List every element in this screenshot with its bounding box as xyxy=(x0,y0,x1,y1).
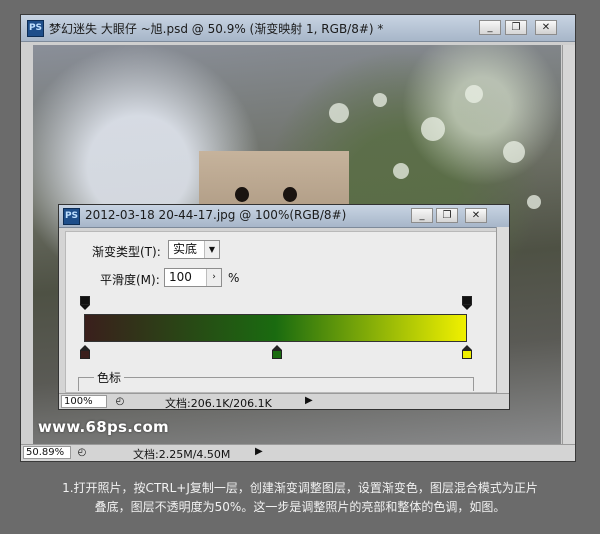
color-stops-label: 色标 xyxy=(94,369,125,386)
triangle-right-icon[interactable]: ▶ xyxy=(255,446,263,457)
zoom-level-field[interactable]: 50.89% xyxy=(23,446,71,459)
bokeh-light xyxy=(329,103,349,123)
document-size-info: 文档:2.25M/4.50M xyxy=(133,448,231,461)
color-stop-middle[interactable] xyxy=(272,345,282,359)
watermark-text: www.68ps.com xyxy=(38,418,169,436)
tutorial-caption: 1.打开照片，按CTRL+J复制一层，创建渐变调整图层，设置渐变色，图层混合模式… xyxy=(12,479,588,517)
color-stop-swatch xyxy=(272,350,282,359)
outer-title-bar[interactable]: PS 梦幻迷失 大眼仔 ~旭.psd @ 50.9% (渐变映射 1, RGB/… xyxy=(21,15,575,42)
outer-vertical-scrollbar[interactable] xyxy=(562,45,575,451)
smoothness-input[interactable]: 100 › xyxy=(164,268,222,287)
triangle-right-icon[interactable]: ▶ xyxy=(305,395,313,406)
inner-status-bar: 100% ◴ 文档:206.1K/206.1K ▶ xyxy=(59,393,509,409)
box-eye-left xyxy=(235,187,249,202)
color-stop-right[interactable] xyxy=(462,345,472,359)
opacity-stop-left[interactable] xyxy=(80,296,90,310)
box-eye-right xyxy=(283,187,297,202)
zoom-level-field[interactable]: 100% xyxy=(61,395,107,408)
inner-window-title: 2012-03-18 20-44-17.jpg @ 100%(RGB/8#) xyxy=(85,208,347,222)
bokeh-light xyxy=(373,93,387,107)
bokeh-light xyxy=(421,117,445,141)
bokeh-light xyxy=(393,163,409,179)
restore-button[interactable]: ❐ xyxy=(505,20,527,35)
gradient-type-value: 实底 xyxy=(173,242,198,256)
color-stop-left[interactable] xyxy=(80,345,90,359)
opacity-stop-swatch xyxy=(80,296,90,305)
bokeh-light xyxy=(465,85,483,103)
document-size-info: 文档:206.1K/206.1K xyxy=(165,397,272,410)
opacity-stop-pointer xyxy=(462,305,472,310)
chevron-right-icon[interactable]: › xyxy=(206,269,221,286)
gradient-preview-bar[interactable] xyxy=(84,314,467,342)
ps-icon: PS xyxy=(63,208,80,225)
caption-line-1: 1.打开照片，按CTRL+J复制一层，创建渐变调整图层，设置渐变色，图层混合模式… xyxy=(62,481,538,495)
close-button[interactable]: ✕ xyxy=(465,208,487,223)
opacity-stop-pointer xyxy=(80,305,90,310)
status-menu-icon[interactable]: ◴ xyxy=(75,446,89,459)
status-menu-icon[interactable]: ◴ xyxy=(113,395,127,408)
opacity-stop-swatch xyxy=(462,296,472,305)
close-button[interactable]: ✕ xyxy=(535,20,557,35)
color-stops-group xyxy=(78,377,474,391)
inner-vertical-scrollbar[interactable] xyxy=(496,227,509,395)
color-stop-swatch xyxy=(80,350,90,359)
minimize-button[interactable]: _ xyxy=(479,20,501,35)
bokeh-light xyxy=(527,195,541,209)
restore-button[interactable]: ❐ xyxy=(436,208,458,223)
bokeh-light xyxy=(503,141,525,163)
caption-line-2: 叠底，图层不透明度为50%。这一步是调整照片的亮部和整体的色调，如图。 xyxy=(94,500,506,514)
ps-icon: PS xyxy=(27,20,44,37)
outer-status-bar: 50.89% ◴ 文档:2.25M/4.50M ▶ xyxy=(21,444,575,461)
gradient-type-label: 渐变类型(T): xyxy=(92,245,161,259)
outer-window-title: 梦幻迷失 大眼仔 ~旭.psd @ 50.9% (渐变映射 1, RGB/8#)… xyxy=(49,22,384,36)
gradient-type-select[interactable]: 实底 ▼ xyxy=(168,240,220,259)
minimize-button[interactable]: _ xyxy=(411,208,433,223)
color-stop-swatch xyxy=(462,350,472,359)
smoothness-value: 100 xyxy=(169,270,192,284)
smoothness-label: 平滑度(M): xyxy=(100,273,160,287)
chevron-down-icon: ▼ xyxy=(204,241,219,258)
smoothness-unit: % xyxy=(228,271,240,285)
opacity-stop-right[interactable] xyxy=(462,296,472,310)
inner-title-bar[interactable]: PS 2012-03-18 20-44-17.jpg @ 100%(RGB/8#… xyxy=(59,205,509,228)
